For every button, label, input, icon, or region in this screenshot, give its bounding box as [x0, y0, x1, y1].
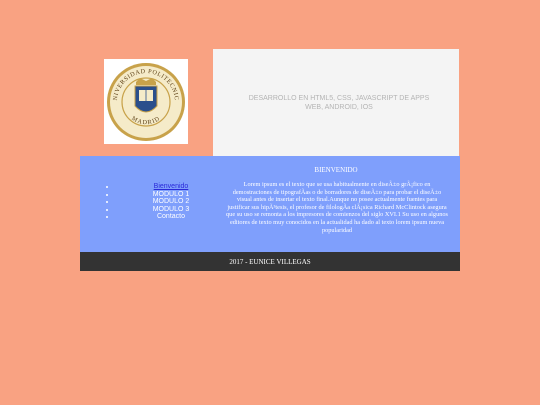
site-header: DESARROLLO EN HTML5, CSS, JAVASCRIPT DE … [213, 49, 459, 156]
menu-item-bienvenido[interactable]: Bienvenido [116, 183, 226, 191]
section-body-text: Lorem ipsum es el texto que se usa habit… [226, 181, 448, 234]
menu-item-label[interactable]: Bienvenido [154, 183, 189, 190]
menu-item-label[interactable]: MODULO 2 [153, 198, 190, 205]
section-title: BIENVENIDO [314, 166, 358, 174]
university-seal-icon: UNIVERSIDAD POLITECNICA MADRID [106, 62, 185, 141]
menu-item-label[interactable]: MODULO 1 [153, 191, 190, 198]
menu-item-label[interactable]: Contacto [157, 213, 185, 220]
menu-item-contacto[interactable]: Contacto [116, 213, 226, 221]
menu-item-modulo-2[interactable]: MODULO 2 [116, 198, 226, 206]
content-area: Bienvenido MODULO 1 MODULO 2 MODULO 3 Co… [80, 156, 460, 252]
menu-item-modulo-1[interactable]: MODULO 1 [116, 191, 226, 199]
university-logo: UNIVERSIDAD POLITECNICA MADRID [104, 59, 188, 144]
menu-item-label[interactable]: MODULO 3 [153, 206, 190, 213]
menu-item-modulo-3[interactable]: MODULO 3 [116, 206, 226, 214]
header-title: DESARROLLO EN HTML5, CSS, JAVASCRIPT DE … [248, 94, 430, 111]
site-footer: 2017 - EUNICE VILLEGAS [80, 252, 460, 271]
nav-menu: Bienvenido MODULO 1 MODULO 2 MODULO 3 Co… [102, 183, 226, 221]
footer-text: 2017 - EUNICE VILLEGAS [229, 257, 311, 266]
